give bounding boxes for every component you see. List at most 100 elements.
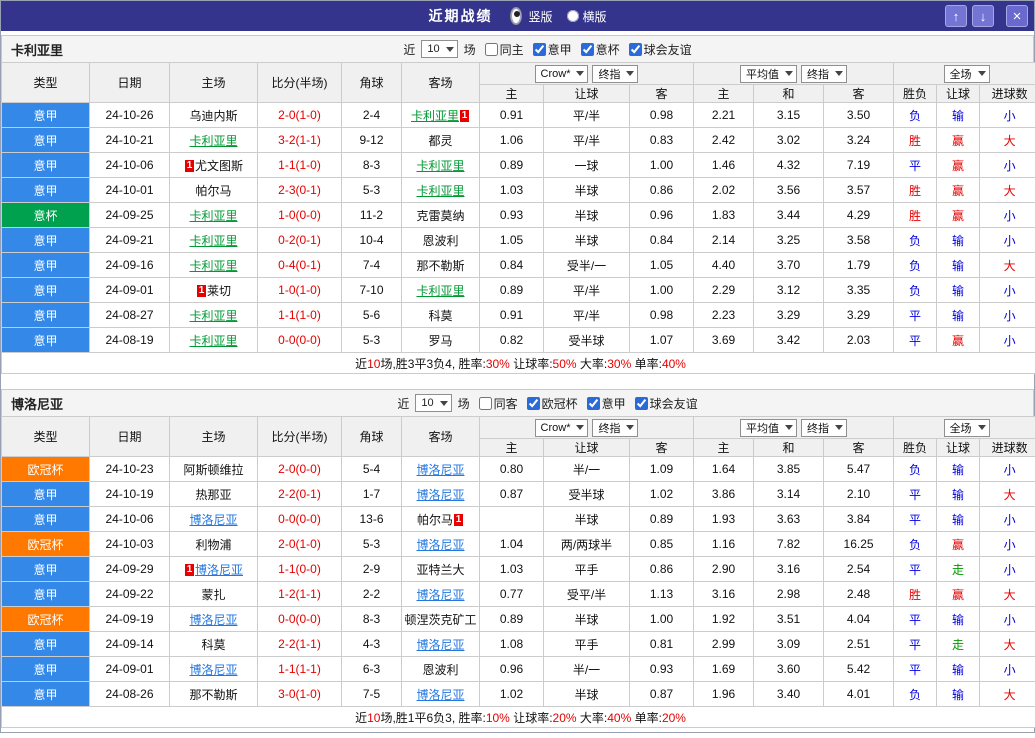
avg-odds-cell: 7.19	[823, 152, 895, 178]
team-name-link[interactable]: 克雷莫纳	[416, 209, 464, 223]
team-name-link[interactable]: 博洛尼亚	[189, 513, 237, 527]
team-name-link[interactable]: 卡利亚里	[189, 234, 237, 248]
home-team-cell: 卡利亚里	[169, 127, 258, 153]
match-count-select[interactable]: 10	[421, 40, 458, 58]
team-name-link[interactable]: 亚特兰大	[416, 563, 464, 577]
checkbox-input[interactable]	[484, 42, 498, 56]
filter-checkbox[interactable]: 同客	[478, 395, 518, 412]
team-name-link[interactable]: 罗马	[428, 334, 452, 348]
filter-checkbox[interactable]: 意杯	[580, 41, 620, 58]
result-cell: 输	[936, 481, 981, 507]
team-name-link[interactable]: 博洛尼亚	[195, 563, 243, 577]
team-name-link[interactable]: 阿斯顿维拉	[183, 463, 243, 477]
scroll-down-button[interactable]: ↓	[972, 5, 994, 27]
header-dropdown[interactable]: 终指	[801, 64, 848, 83]
odds-cell: 0.96	[479, 656, 544, 682]
team-name-link[interactable]: 顿涅茨克矿工	[404, 613, 476, 627]
avg-odds-cell: 3.29	[753, 302, 825, 328]
team-name-link[interactable]: 卡利亚里	[416, 184, 464, 198]
filter-checkbox[interactable]: 意甲	[586, 395, 626, 412]
close-button[interactable]: ×	[1006, 5, 1028, 27]
team-name-link[interactable]: 博洛尼亚	[189, 613, 237, 627]
column-subheader: 主	[693, 438, 755, 457]
chevron-down-icon	[835, 425, 844, 430]
team-name-link[interactable]: 博洛尼亚	[189, 663, 237, 677]
filter-checkbox[interactable]: 意甲	[532, 41, 572, 58]
team-name-link[interactable]: 卡利亚里	[189, 134, 237, 148]
header-dropdown[interactable]: 全场	[943, 64, 990, 83]
team-name-link[interactable]: 乌迪内斯	[189, 109, 237, 123]
team-name-link[interactable]: 热那亚	[195, 488, 231, 502]
team-name-link[interactable]: 莱切	[207, 284, 231, 298]
odds-cell: 0.89	[479, 152, 544, 178]
header-row-groups: 类型 日期 主场 比分(半场) 角球 客场 Crow* 终指 平均值 终指 全场	[1, 62, 1035, 103]
checkbox-input[interactable]	[532, 42, 546, 56]
odds-cell: 受半球	[543, 327, 630, 353]
team-name-link[interactable]: 帕尔马	[195, 184, 231, 198]
column-subheader: 客	[628, 438, 695, 457]
away-team-cell: 博洛尼亚	[401, 681, 480, 707]
team-name-link[interactable]: 卡利亚里	[189, 309, 237, 323]
summary-segment: 近	[355, 710, 368, 725]
team-name-link[interactable]: 博洛尼亚	[416, 688, 464, 702]
team-name-link[interactable]: 都灵	[428, 134, 452, 148]
checkbox-input[interactable]	[526, 396, 540, 410]
team-name-link[interactable]: 卡利亚里	[189, 334, 237, 348]
checkbox-label: 意甲	[547, 42, 572, 57]
team-name-link[interactable]: 科莫	[428, 309, 452, 323]
result-cell: 赢	[936, 152, 981, 178]
team-name-link[interactable]: 博洛尼亚	[416, 638, 464, 652]
header-dropdown[interactable]: 终指	[801, 418, 848, 437]
result-cell: 平	[893, 606, 938, 632]
chevron-down-icon	[835, 71, 844, 76]
header-dropdown[interactable]: 平均值	[740, 64, 798, 83]
layout-radio[interactable]: 横版	[566, 8, 607, 25]
team-name-link[interactable]: 博洛尼亚	[416, 588, 464, 602]
team-name-link[interactable]: 利物浦	[195, 538, 231, 552]
summary-segment: 20%	[661, 710, 686, 725]
team-name-link[interactable]: 卡利亚里	[416, 284, 464, 298]
team-name-link[interactable]: 博洛尼亚	[416, 538, 464, 552]
team-name-link[interactable]: 卡利亚里	[189, 209, 237, 223]
team-name-link[interactable]: 科莫	[201, 638, 225, 652]
result-cell: 小	[979, 656, 1035, 682]
team-name-link[interactable]: 卡利亚里	[416, 159, 464, 173]
team-name-link[interactable]: 尤文图斯	[195, 159, 243, 173]
team-name-link[interactable]: 帕尔马	[417, 513, 453, 527]
scroll-up-button[interactable]: ↑	[945, 5, 967, 27]
header-dropdown[interactable]: Crow*	[534, 418, 589, 437]
team-name-link[interactable]: 恩波利	[422, 234, 458, 248]
team-name-link[interactable]: 那不勒斯	[189, 688, 237, 702]
team-name-link[interactable]: 卡利亚里	[411, 109, 459, 123]
filter-checkbox[interactable]: 球会友谊	[628, 41, 692, 58]
result-cell: 赢	[936, 531, 981, 557]
filter-checkbox[interactable]: 同主	[484, 41, 524, 58]
checkbox-input[interactable]	[628, 42, 642, 56]
away-team-cell: 亚特兰大	[401, 556, 480, 582]
team-name-link[interactable]: 卡利亚里	[189, 259, 237, 273]
avg-odds-cell: 3.70	[753, 252, 825, 278]
team-name-link[interactable]: 恩波利	[422, 663, 458, 677]
checkbox-input[interactable]	[478, 396, 492, 410]
header-dropdown[interactable]: 终指	[592, 64, 639, 83]
team-name-link[interactable]: 那不勒斯	[416, 259, 464, 273]
team-name-link[interactable]: 博洛尼亚	[416, 463, 464, 477]
filter-checkbox[interactable]: 球会友谊	[634, 395, 698, 412]
header-dropdown[interactable]: 终指	[592, 418, 639, 437]
checkbox-input[interactable]	[634, 396, 648, 410]
corners-cell: 5-3	[341, 531, 402, 557]
match-count-select[interactable]: 10	[415, 394, 452, 412]
layout-radio[interactable]: 竖版	[508, 7, 553, 25]
odds-cell: 0.80	[479, 456, 544, 482]
team-name-link[interactable]: 蒙扎	[201, 588, 225, 602]
match-score: 2-3(0-1)	[257, 177, 342, 203]
header-dropdown[interactable]: Crow*	[534, 64, 589, 83]
checkbox-input[interactable]	[580, 42, 594, 56]
header-dropdown[interactable]: 全场	[943, 418, 990, 437]
checkbox-input[interactable]	[586, 396, 600, 410]
match-date: 24-09-01	[89, 656, 170, 682]
filter-checkbox[interactable]: 欧冠杯	[526, 395, 578, 412]
header-dropdown[interactable]: 平均值	[740, 418, 798, 437]
team-name-link[interactable]: 博洛尼亚	[416, 488, 464, 502]
home-team-cell: 卡利亚里	[169, 302, 258, 328]
